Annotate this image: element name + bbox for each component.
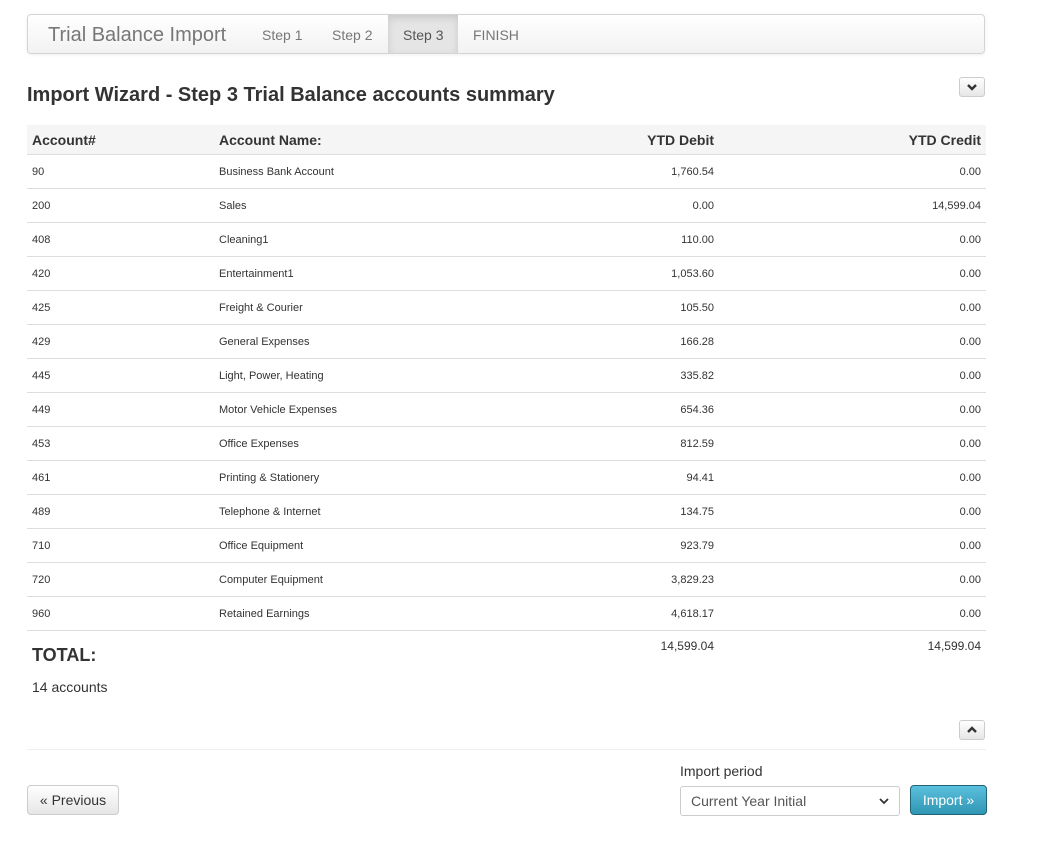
cell-ytd-credit: 0.00: [719, 460, 986, 495]
chevron-up-icon: [967, 726, 977, 733]
tab-step-1[interactable]: Step 1: [247, 15, 317, 53]
cell-account-name: Sales: [214, 188, 524, 223]
cell-ytd-debit: 166.28: [524, 324, 719, 359]
cell-ytd-credit: 0.00: [719, 324, 986, 359]
total-row: TOTAL: 14 accounts 14,599.04 14,599.04: [27, 631, 986, 695]
total-credit: 14,599.04: [927, 639, 981, 653]
cell-account: 960: [27, 596, 214, 631]
cell-ytd-debit: 923.79: [524, 528, 719, 563]
cell-ytd-credit: 0.00: [719, 154, 986, 189]
cell-account: 429: [27, 324, 214, 359]
table-row: 90 Business Bank Account 1,760.54 0.00: [27, 154, 986, 189]
cell-ytd-debit: 105.50: [524, 290, 719, 325]
table-row: 461 Printing & Stationery 94.41 0.00: [27, 460, 986, 495]
cell-account: 489: [27, 494, 214, 529]
table-row: 200 Sales 0.00 14,599.04: [27, 188, 986, 223]
cell-ytd-debit: 0.00: [524, 188, 719, 223]
cell-account-name: Office Expenses: [214, 426, 524, 461]
cell-account: 445: [27, 358, 214, 393]
import-period-value: Current Year Initial: [691, 793, 807, 809]
cell-account-name: Motor Vehicle Expenses: [214, 392, 524, 427]
cell-ytd-debit: 134.75: [524, 494, 719, 529]
cell-account-name: Printing & Stationery: [214, 460, 524, 495]
cell-ytd-debit: 654.36: [524, 392, 719, 427]
table-header-row: Account# Account Name: YTD Debit YTD Cre…: [27, 125, 986, 155]
header-account: Account#: [27, 125, 214, 155]
cell-account: 449: [27, 392, 214, 427]
cell-ytd-debit: 812.59: [524, 426, 719, 461]
cell-ytd-credit: 14,599.04: [719, 188, 986, 223]
table-row: 445 Light, Power, Heating 335.82 0.00: [27, 358, 986, 393]
cell-account-name: Office Equipment: [214, 528, 524, 563]
collapse-button[interactable]: [959, 77, 985, 97]
cell-ytd-credit: 0.00: [719, 290, 986, 325]
cell-account: 453: [27, 426, 214, 461]
cell-account-name: Light, Power, Heating: [214, 358, 524, 393]
cell-account-name: Business Bank Account: [214, 154, 524, 189]
cell-account-name: General Expenses: [214, 324, 524, 359]
cell-account-name: Cleaning1: [214, 222, 524, 257]
header-ytd-credit: YTD Credit: [719, 125, 986, 155]
cell-ytd-credit: 0.00: [719, 562, 986, 597]
cell-ytd-debit: 1,760.54: [524, 154, 719, 189]
chevron-down-icon: [967, 84, 977, 91]
cell-account: 408: [27, 222, 214, 257]
table-row: 425 Freight & Courier 105.50 0.00: [27, 290, 986, 325]
divider: [27, 749, 986, 750]
cell-ytd-debit: 110.00: [524, 222, 719, 257]
header-account-name: Account Name:: [214, 125, 524, 155]
account-count: 14 accounts: [32, 679, 108, 695]
header-ytd-debit: YTD Debit: [524, 125, 719, 155]
table-row: 710 Office Equipment 923.79 0.00: [27, 528, 986, 563]
cell-account-name: Telephone & Internet: [214, 494, 524, 529]
chevron-down-icon: [879, 798, 889, 805]
cell-ytd-credit: 0.00: [719, 222, 986, 257]
cell-account-name: Retained Earnings: [214, 596, 524, 631]
cell-account: 90: [27, 154, 214, 189]
cell-ytd-credit: 0.00: [719, 596, 986, 631]
previous-button[interactable]: « Previous: [27, 785, 119, 815]
table-row: 408 Cleaning1 110.00 0.00: [27, 222, 986, 257]
cell-ytd-credit: 0.00: [719, 426, 986, 461]
cell-account: 200: [27, 188, 214, 223]
cell-account: 710: [27, 528, 214, 563]
expand-button[interactable]: [959, 720, 985, 740]
cell-ytd-credit: 0.00: [719, 494, 986, 529]
accounts-table: Account# Account Name: YTD Debit YTD Cre…: [27, 125, 986, 695]
cell-ytd-debit: 4,618.17: [524, 596, 719, 631]
tab-finish[interactable]: FINISH: [458, 15, 534, 53]
cell-ytd-credit: 0.00: [719, 528, 986, 563]
tab-step-2[interactable]: Step 2: [317, 15, 387, 53]
table-row: 489 Telephone & Internet 134.75 0.00: [27, 494, 986, 529]
page-title: Import Wizard - Step 3 Trial Balance acc…: [27, 84, 555, 106]
cell-account: 420: [27, 256, 214, 291]
table-row: 453 Office Expenses 812.59 0.00: [27, 426, 986, 461]
cell-account-name: Entertainment1: [214, 256, 524, 291]
cell-ytd-credit: 0.00: [719, 392, 986, 427]
table-row: 429 General Expenses 166.28 0.00: [27, 324, 986, 359]
cell-ytd-debit: 1,053.60: [524, 256, 719, 291]
cell-account-name: Freight & Courier: [214, 290, 524, 325]
tab-step-3[interactable]: Step 3: [388, 15, 459, 53]
cell-ytd-debit: 335.82: [524, 358, 719, 393]
cell-account: 461: [27, 460, 214, 495]
import-period-select[interactable]: Current Year Initial: [680, 786, 900, 816]
cell-account: 425: [27, 290, 214, 325]
import-button[interactable]: Import »: [910, 785, 987, 815]
import-period-label: Import period: [680, 763, 763, 779]
wizard-navbar: Trial Balance Import Step 1 Step 2 Step …: [27, 14, 985, 54]
total-debit: 14,599.04: [660, 639, 714, 653]
cell-account-name: Computer Equipment: [214, 562, 524, 597]
table-row: 960 Retained Earnings 4,618.17 0.00: [27, 596, 986, 631]
total-label: TOTAL:: [32, 645, 97, 665]
table-row: 420 Entertainment1 1,053.60 0.00: [27, 256, 986, 291]
cell-ytd-debit: 3,829.23: [524, 562, 719, 597]
cell-account: 720: [27, 562, 214, 597]
navbar-brand[interactable]: Trial Balance Import: [48, 15, 226, 55]
cell-ytd-credit: 0.00: [719, 256, 986, 291]
table-row: 720 Computer Equipment 3,829.23 0.00: [27, 562, 986, 597]
cell-ytd-debit: 94.41: [524, 460, 719, 495]
table-row: 449 Motor Vehicle Expenses 654.36 0.00: [27, 392, 986, 427]
cell-ytd-credit: 0.00: [719, 358, 986, 393]
